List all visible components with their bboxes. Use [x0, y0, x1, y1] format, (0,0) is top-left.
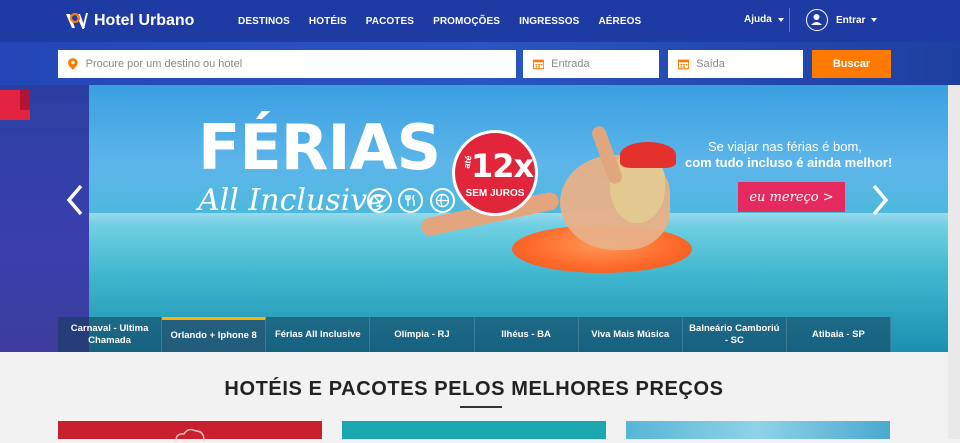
deal-card[interactable] [58, 421, 322, 442]
red-cap-image [620, 142, 676, 168]
decor-red-block [20, 90, 30, 110]
nav-ingressos[interactable]: INGRESSOS [519, 16, 579, 27]
tab-carnaval[interactable]: Carnaval - Ultima Chamada [58, 317, 163, 352]
logo-text: Hotel Urbano [94, 12, 195, 29]
chevron-left-icon[interactable] [64, 183, 86, 217]
ball-icon [430, 188, 455, 213]
cutlery-icon [398, 188, 423, 213]
nav-pacotes[interactable]: PACOTES [366, 16, 414, 27]
cloud-icon [175, 428, 205, 442]
calendar-icon [678, 59, 690, 70]
chevron-right-icon[interactable] [869, 183, 891, 217]
tab-orlando[interactable]: Orlando + Iphone 8 [162, 317, 267, 352]
tab-atibaia[interactable]: Atibaia - SP [787, 317, 891, 352]
tab-olimpia[interactable]: Olímpia - RJ [370, 317, 475, 352]
logo[interactable]: Hotel Urbano [64, 9, 194, 33]
carousel-tabs: Carnaval - Ultima Chamada Orlando + Ipho… [58, 317, 891, 352]
hero-tagline-line2: com tudo incluso é ainda melhor! [685, 155, 893, 170]
chevron-down-icon [777, 17, 784, 22]
location-pin-icon [68, 58, 78, 70]
tab-balneario-camboriu[interactable]: Balneário Camboriú - SC [683, 317, 787, 352]
title-underline [460, 406, 502, 408]
hero-subheadline: All Inclusive [198, 183, 385, 218]
deal-card[interactable] [342, 421, 606, 439]
help-menu[interactable]: Ajuda [744, 14, 784, 25]
deal-card[interactable] [626, 421, 890, 439]
nav-promocoes[interactable]: PROMOÇÕES [433, 16, 500, 27]
nav-hoteis[interactable]: HOTÉIS [309, 16, 347, 27]
hero-headline: FÉRIAS [198, 111, 441, 184]
tab-viva-mais-musica[interactable]: Viva Mais Música [579, 317, 683, 352]
help-label: Ajuda [744, 14, 772, 25]
checkin-input[interactable] [551, 58, 659, 70]
header-divider [789, 8, 790, 32]
main-nav: DESTINOS HOTÉIS PACOTES PROMOÇÕES INGRES… [238, 0, 660, 42]
tab-ferias-all-inclusive[interactable]: Férias All Inclusive [266, 317, 371, 352]
installments-badge: até 12x SEM JUROS [452, 130, 538, 216]
login-button[interactable]: Entrar [806, 9, 878, 31]
destination-field[interactable] [58, 50, 516, 78]
search-bar: Buscar [0, 42, 960, 85]
nav-destinos[interactable]: DESTINOS [238, 16, 290, 27]
checkout-field[interactable] [668, 50, 803, 78]
hotel-urbano-logo-icon [66, 12, 88, 29]
login-label: Entrar [836, 14, 866, 26]
hero-tagline-line1: Se viajar nas férias é bom, [708, 139, 862, 154]
checkin-field[interactable] [523, 50, 659, 78]
cta-button[interactable]: eu mereço > [738, 182, 845, 212]
cocktail-icon [367, 188, 392, 213]
page-scrollbar-track[interactable] [948, 85, 960, 439]
search-button[interactable]: Buscar [812, 50, 891, 78]
nav-aereos[interactable]: AÉREOS [598, 16, 641, 27]
badge-suffix: SEM JUROS [465, 188, 525, 199]
top-header: Hotel Urbano DESTINOS HOTÉIS PACOTES PRO… [0, 0, 960, 42]
badge-value: 12x [471, 147, 534, 185]
section-title: HOTÉIS E PACOTES PELOS MELHORES PREÇOS [224, 378, 724, 400]
destination-input[interactable] [85, 58, 516, 70]
chevron-down-icon [871, 18, 878, 22]
tab-ilheus[interactable]: Ilhéus - BA [475, 317, 579, 352]
hero-banner[interactable]: FÉRIAS All Inclusive até 12x SEM JUROS S… [0, 85, 960, 352]
user-icon [806, 9, 828, 31]
calendar-icon [533, 59, 545, 70]
checkout-input[interactable] [696, 58, 803, 70]
hero-left-panel [0, 85, 89, 352]
